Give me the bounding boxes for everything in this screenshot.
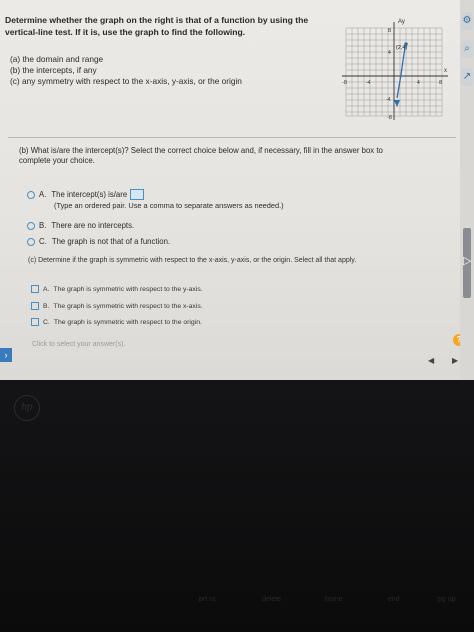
- choice-c-radio[interactable]: [27, 237, 35, 246]
- choice-a-text: The intercept(s) is/are: [51, 190, 128, 199]
- settings-icon[interactable]: ⚙: [461, 12, 473, 30]
- symmetry-option-c[interactable]: C. The graph is symmetric with respect t…: [31, 318, 202, 326]
- prev-arrow-icon[interactable]: ◀: [428, 356, 434, 365]
- x-axis-label: x: [444, 68, 447, 74]
- part-b-prompt-line-1: (b) What is/are the intercept(s)? Select…: [19, 146, 383, 155]
- choice-a-radio[interactable]: [27, 190, 35, 199]
- laptop-bezel: [0, 380, 474, 632]
- symmetry-a-letter: A.: [43, 285, 50, 293]
- part-a-label: (a) the domain and range: [10, 54, 104, 64]
- symmetry-a-text: The graph is symmetric with respect to t…: [53, 285, 203, 293]
- choice-b-row[interactable]: B. There are no intercepts.: [27, 221, 134, 230]
- function-graph[interactable]: Ay x 8 -8 -8 8 4 -4 -4 4 (2,4): [340, 16, 452, 120]
- choice-b-letter: B.: [39, 221, 47, 230]
- y-tick-neg-4: -4: [386, 97, 391, 103]
- heading-line-2: vertical-line test. If it is, use the gr…: [5, 27, 246, 37]
- key-pg-up: pg up: [438, 596, 456, 603]
- key-prt-sc: prt sc: [199, 596, 217, 603]
- heading-line-1: Determine whether the graph on the right…: [5, 15, 309, 25]
- symmetry-c-checkbox[interactable]: [31, 318, 39, 326]
- y-tick-4: 4: [388, 50, 391, 56]
- y-axis-label: Ay: [398, 19, 405, 25]
- question-parts: (a) the domain and range (b) the interce…: [10, 54, 242, 87]
- browser-screen: Determine whether the graph on the right…: [0, 0, 474, 380]
- symmetry-b-checkbox[interactable]: [31, 302, 39, 310]
- y-tick-bottom: -8: [387, 115, 392, 120]
- symmetry-a-checkbox[interactable]: [31, 285, 39, 293]
- choice-c-text: The graph is not that of a function.: [51, 237, 171, 246]
- side-tab-icon[interactable]: ›: [0, 348, 12, 362]
- question-heading: Determine whether the graph on the right…: [5, 14, 308, 38]
- point-label: (2,4): [396, 45, 407, 51]
- next-arrow-icon[interactable]: ▶: [452, 356, 458, 365]
- part-b-label: (b) the intercepts, if any: [10, 65, 97, 75]
- part-c-label: (c) any symmetry with respect to the x-a…: [10, 76, 242, 86]
- zoom-icon[interactable]: ⌕: [461, 40, 473, 58]
- intercept-answer-box[interactable]: [130, 189, 145, 200]
- cursor-arrow-icon: ▷: [463, 255, 472, 267]
- choice-c-letter: C.: [39, 237, 47, 246]
- hp-logo-icon: hp: [14, 395, 40, 421]
- click-to-select-note: Click to select your answer(s).: [32, 341, 126, 348]
- y-tick-top: 8: [388, 28, 391, 34]
- part-b-prompt-line-2: complete your choice.: [19, 156, 95, 165]
- symmetry-c-letter: C.: [43, 318, 50, 326]
- choice-b-radio[interactable]: [27, 221, 35, 230]
- key-end: end: [388, 596, 400, 603]
- choice-a-hint: (Type an ordered pair. Use a comma to se…: [54, 201, 284, 210]
- choice-a-letter: A.: [39, 190, 47, 199]
- symmetry-c-text: The graph is symmetric with respect to t…: [53, 318, 202, 326]
- key-delete: delete: [262, 596, 282, 603]
- key-home: home: [325, 596, 343, 603]
- choice-b-text: There are no intercepts.: [51, 221, 135, 230]
- symmetry-b-letter: B.: [43, 302, 50, 310]
- choice-a-row[interactable]: A. The intercept(s) is/are: [27, 189, 145, 200]
- popout-icon[interactable]: ↗: [461, 68, 473, 86]
- x-tick-4: 4: [417, 80, 420, 86]
- part-c-prompt: (c) Determine if the graph is symmetric …: [28, 257, 357, 264]
- x-tick-right: 8: [439, 80, 442, 86]
- symmetry-option-a[interactable]: A. The graph is symmetric with respect t…: [31, 285, 203, 293]
- x-tick-left: -8: [342, 80, 347, 86]
- symmetry-option-b[interactable]: B. The graph is symmetric with respect t…: [31, 302, 203, 310]
- part-b-prompt: (b) What is/are the intercept(s)? Select…: [19, 146, 383, 166]
- section-divider: [8, 137, 456, 138]
- symmetry-b-text: The graph is symmetric with respect to t…: [53, 302, 203, 310]
- choice-c-row[interactable]: C. The graph is not that of a function.: [27, 237, 170, 246]
- x-tick-neg-4: -4: [366, 80, 371, 86]
